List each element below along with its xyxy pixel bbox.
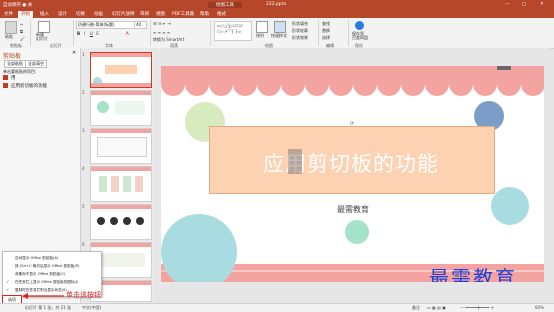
ppt-item-icon [3,83,8,88]
autosave-label[interactable]: 自动保存 ● 关 [3,2,32,8]
shapes-gallery[interactable]: ▭○△╲▷☐⬠◇ ⬡☆↗⌒{ }⇨ [214,21,252,41]
paste-icon[interactable] [5,21,17,34]
close-icon[interactable]: ✕ [72,50,76,56]
shape-fill-button[interactable]: 形状填充 [292,21,308,27]
zoom-slider[interactable]: — ━━━━━┿━━━━ + [460,305,494,310]
slide-thumbnail[interactable] [90,128,152,164]
paste-all-button[interactable]: 全部粘贴 [4,60,26,68]
align-icons[interactable]: ≡ ≡ ≡ ≡ [153,30,170,35]
tab-review[interactable]: 审阅 [140,11,149,18]
slide-thumbnail[interactable] [90,52,152,88]
clipboard-hint: 单击要粘贴的项目: [3,69,37,74]
paste-button[interactable]: 粘贴 [5,34,13,40]
replace-button[interactable]: 替换 [322,28,330,34]
thumb-number: 6 [82,242,85,247]
bold-icon[interactable]: B [77,31,80,36]
cut-icon[interactable]: ✂ [20,22,23,27]
new-slide-button[interactable]: 新建 幻灯片 [36,33,48,41]
watermark-text: 最需教育 [429,266,517,282]
shape-effects-button[interactable]: 形状效果 [292,35,308,41]
select-button[interactable]: 选择 [322,35,330,41]
shape-outline-button[interactable]: 形状轮廓 [292,28,308,34]
arrange-icon[interactable] [256,21,268,33]
tab-file[interactable]: 文件 [4,11,13,18]
tab-slideshow[interactable]: 幻灯片放映 [112,11,135,18]
shadow-icon[interactable]: S [96,31,99,36]
clipboard-item[interactable]: 用 [11,75,16,81]
speaker-video-icon [497,66,511,70]
ribbon: 粘贴 ✂ ⧉ 🖌 剪贴板 新建 幻灯片 幻灯片 仿建行楷-简体(标题) 40 B… [0,18,554,49]
notes-button[interactable]: 备注 [412,305,420,311]
find-button[interactable]: 查找 [322,21,330,27]
thumb-number: 3 [82,128,85,133]
tab-animations[interactable]: 动画 [94,11,103,18]
baidu-cloud-icon[interactable] [355,21,364,30]
convert-smartart-button[interactable]: 转换为 SmartArt [153,37,184,43]
font-size-box[interactable]: 40 [134,21,147,29]
shapes-icon: ▭○△╲▷☐⬠◇ [217,23,243,28]
save-baidu-button[interactable]: 保存到 百度网盘 [352,32,368,40]
drawing-tools-label: 绘图工具 [208,2,242,8]
quick-styles-button[interactable]: 快速样式 [271,33,287,39]
slide-thumbnail[interactable] [90,204,152,240]
underline-icon[interactable]: U [90,31,93,36]
thumb-number: 1 [82,52,85,57]
copy-icon[interactable]: ⧉ [20,29,23,34]
tab-pdf[interactable]: PDF工具集 [172,11,194,18]
view-buttons-icon[interactable]: ▭ ▦ ▤ ▣ [427,305,446,310]
language-indicator[interactable]: 中文(中国) [82,305,101,311]
ppt-item-icon [3,75,8,80]
slide-counter: 幻灯片 第 1 张，共 21 张 [25,305,71,310]
tab-insert[interactable]: 插入 [40,11,49,18]
file-name: 222.pptx [266,2,287,7]
tab-view[interactable]: 视图 [156,11,165,18]
close-icon[interactable]: ✕ [540,2,544,7]
menu-item[interactable]: 按 Ctrl+C 两次后显示 Office 剪贴板(P) [15,264,79,269]
annotation-text: 单击该按钮 [66,291,101,299]
rotate-handle-icon[interactable]: ⟳ [350,121,354,127]
text-selection-highlight [288,149,302,174]
font-name-box[interactable]: 仿建行楷-简体(标题) [76,21,135,29]
quick-styles-icon[interactable] [274,21,286,33]
tab-transitions[interactable]: 切换 [76,11,85,18]
tab-format[interactable]: 格式 [217,11,226,18]
slide-subtitle[interactable]: 最需教育 [313,204,393,215]
arrow-icon [22,293,64,299]
decor-circle-teal-left [161,214,237,282]
thumb-number: 5 [82,204,85,209]
menu-item[interactable]: 在任务栏上显示 Office 剪贴板的图标(I) [15,280,78,285]
shapes-icon-row2: ⬡☆↗⌒{ }⇨ [217,29,242,34]
tab-help[interactable]: 帮助 [200,11,209,18]
menu-item[interactable]: 收集而不显示 Office 剪贴板(C) [15,272,65,277]
slide: 应用剪切板的功能 ⟳ 最需教育 最需教育 [161,66,544,282]
thumb-number: 2 [82,90,85,95]
font-color-icon[interactable]: A [126,31,129,36]
minimize-icon[interactable]: — [505,2,510,7]
title-bar: 自动保存 ● 关 绘图工具 222.pptx — □ ✕ [0,0,554,10]
menu-item[interactable]: 自动显示 Office 剪贴板(A) [15,256,58,261]
check-icon: ✓ [6,287,10,292]
check-icon: ✓ [6,279,10,284]
slide-title[interactable]: 应用剪切板的功能 [209,148,493,178]
tab-home[interactable]: 开始 [18,11,33,18]
arrange-button[interactable]: 排列 [256,33,264,39]
slide-thumbnail[interactable] [90,166,152,202]
italic-icon[interactable]: I [84,31,85,36]
decor-circle-mint [345,220,369,244]
slide-thumbnail[interactable] [90,90,152,126]
maximize-icon[interactable]: □ [522,2,526,7]
clipboard-item[interactable]: 应用剪切板的功能 [11,83,47,89]
ribbon-tabs: 文件 开始 插入 设计 切换 动画 幻灯片放映 审阅 视图 PDF工具集 帮助 … [0,10,554,18]
format-painter-icon[interactable]: 🖌 [20,36,25,41]
zoom-level[interactable]: 60% [535,305,544,310]
clipboard-pane-title: 剪贴板 [3,53,22,60]
bullets-icon[interactable]: ☰ ☷ ⇤ ⇥ [153,21,171,26]
clear-all-button[interactable]: 全部清空 [25,60,47,68]
thumb-number: 4 [82,166,85,171]
decor-circle-teal-right [491,187,529,225]
tab-design[interactable]: 设计 [58,11,67,18]
